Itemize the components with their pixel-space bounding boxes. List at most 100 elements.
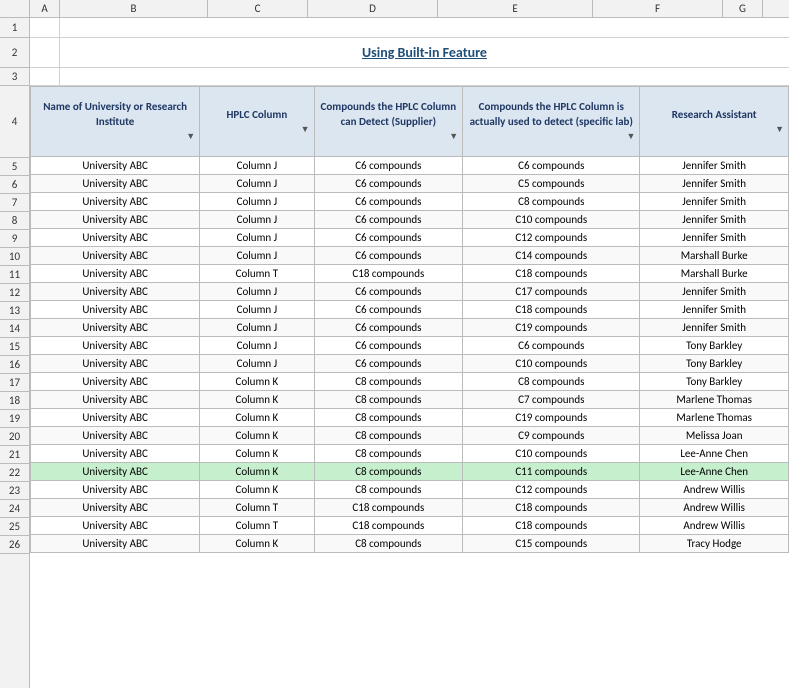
cell-25-E: C18 compounds — [463, 517, 640, 535]
cell-17-D: C8 compounds — [314, 373, 463, 391]
table-body: University ABCColumn JC6 compoundsC6 com… — [31, 157, 789, 553]
cell-15-F: Tony Barkley — [640, 337, 789, 355]
filter-arrow-d[interactable]: ▼ — [319, 131, 459, 143]
cell-14-E: C19 compounds — [463, 319, 640, 337]
cell-16-C: Column J — [200, 355, 314, 373]
cell-21-E: C10 compounds — [463, 445, 640, 463]
cell-26-E: C15 compounds — [463, 535, 640, 553]
cell-12-E: C17 compounds — [463, 283, 640, 301]
header-hplc-column: HPLC Column ▼ — [200, 87, 314, 157]
row-2-title: Using Built-in Feature — [30, 38, 789, 68]
filter-arrow-e[interactable]: ▼ — [467, 131, 635, 143]
row-num-10: 10 — [0, 248, 29, 266]
filter-arrow-f[interactable]: ▼ — [644, 124, 784, 136]
cell-11-F: Marshall Burke — [640, 265, 789, 283]
cell-15-B: University ABC — [31, 337, 200, 355]
row-num-18: 18 — [0, 392, 29, 410]
row-num-14: 14 — [0, 320, 29, 338]
data-table: Name of University or Research Institute… — [30, 86, 789, 553]
cell-26-C: Column K — [200, 535, 314, 553]
row-num-19: 19 — [0, 410, 29, 428]
col-header-a: A — [30, 0, 60, 17]
cell-22-B: University ABC — [31, 463, 200, 481]
cell-13-D: C6 compounds — [314, 301, 463, 319]
cell-21-B: University ABC — [31, 445, 200, 463]
cell-9-C: Column J — [200, 229, 314, 247]
header-research-assistant: Research Assistant ▼ — [640, 87, 789, 157]
cell-7-D: C6 compounds — [314, 193, 463, 211]
cell-6-E: C5 compounds — [463, 175, 640, 193]
row-num-6: 6 — [0, 176, 29, 194]
cell-17-C: Column K — [200, 373, 314, 391]
cell-9-E: C12 compounds — [463, 229, 640, 247]
filter-arrow-b[interactable]: ▼ — [35, 131, 195, 143]
cell-7-E: C8 compounds — [463, 193, 640, 211]
cell-5-E: C6 compounds — [463, 157, 640, 175]
cell-16-B: University ABC — [31, 355, 200, 373]
cell-11-D: C18 compounds — [314, 265, 463, 283]
col-header-e: E — [438, 0, 593, 17]
row-num-1: 1 — [0, 18, 29, 38]
cell-10-C: Column J — [200, 247, 314, 265]
cell-8-E: C10 compounds — [463, 211, 640, 229]
cell-5-D: C6 compounds — [314, 157, 463, 175]
table-row: University ABCColumn KC8 compoundsC8 com… — [31, 373, 789, 391]
cell-23-B: University ABC — [31, 481, 200, 499]
table-row: University ABCColumn TC18 compoundsC18 c… — [31, 499, 789, 517]
cell-25-C: Column T — [200, 517, 314, 535]
row-1 — [30, 18, 789, 38]
cell-21-C: Column K — [200, 445, 314, 463]
cell-14-F: Jennifer Smith — [640, 319, 789, 337]
row-num-13: 13 — [0, 302, 29, 320]
table-row: University ABCColumn KC8 compoundsC12 co… — [31, 481, 789, 499]
cell-20-D: C8 compounds — [314, 427, 463, 445]
cell-26-F: Tracy Hodge — [640, 535, 789, 553]
row-num-23: 23 — [0, 482, 29, 500]
cell-14-C: Column J — [200, 319, 314, 337]
col-header-f: F — [593, 0, 723, 17]
table-row: University ABCColumn JC6 compoundsC19 co… — [31, 319, 789, 337]
filter-arrow-c[interactable]: ▼ — [204, 124, 309, 136]
data-table-wrapper: Name of University or Research Institute… — [30, 86, 789, 688]
table-row: University ABCColumn JC6 compoundsC14 co… — [31, 247, 789, 265]
cell-19-B: University ABC — [31, 409, 200, 427]
cell-24-F: Andrew Willis — [640, 499, 789, 517]
cell-18-B: University ABC — [31, 391, 200, 409]
cell-24-E: C18 compounds — [463, 499, 640, 517]
cell-19-E: C19 compounds — [463, 409, 640, 427]
row-num-15: 15 — [0, 338, 29, 356]
cell-13-E: C18 compounds — [463, 301, 640, 319]
table-row: University ABCColumn TC18 compoundsC18 c… — [31, 517, 789, 535]
header-compounds-supplier: Compounds the HPLC Column can Detect (Su… — [314, 87, 463, 157]
cell-6-D: C6 compounds — [314, 175, 463, 193]
table-row: University ABCColumn KC8 compoundsC7 com… — [31, 391, 789, 409]
spreadsheet: A B C D E F G 1 2 3 4 5 6 7 8 9 10 11 12… — [0, 0, 789, 688]
table-row: University ABCColumn JC6 compoundsC6 com… — [31, 337, 789, 355]
row-num-17: 17 — [0, 374, 29, 392]
cell-7-C: Column J — [200, 193, 314, 211]
header-row: Name of University or Research Institute… — [31, 87, 789, 157]
table-row: University ABCColumn KC8 compoundsC15 co… — [31, 535, 789, 553]
cell-18-E: C7 compounds — [463, 391, 640, 409]
cell-10-E: C14 compounds — [463, 247, 640, 265]
table-row: University ABCColumn TC18 compoundsC18 c… — [31, 265, 789, 283]
cell-5-C: Column J — [200, 157, 314, 175]
cell-6-C: Column J — [200, 175, 314, 193]
header-university: Name of University or Research Institute… — [31, 87, 200, 157]
cell-10-F: Marshall Burke — [640, 247, 789, 265]
cell-6-B: University ABC — [31, 175, 200, 193]
row-3 — [30, 68, 789, 86]
cell-19-C: Column K — [200, 409, 314, 427]
cell-7-F: Jennifer Smith — [640, 193, 789, 211]
cell-23-D: C8 compounds — [314, 481, 463, 499]
cell-21-F: Lee-Anne Chen — [640, 445, 789, 463]
cell-18-C: Column K — [200, 391, 314, 409]
row-num-11: 11 — [0, 266, 29, 284]
table-row: University ABCColumn JC6 compoundsC10 co… — [31, 355, 789, 373]
cell-17-B: University ABC — [31, 373, 200, 391]
row-num-21: 21 — [0, 446, 29, 464]
cell-22-F: Lee-Anne Chen — [640, 463, 789, 481]
cell-11-E: C18 compounds — [463, 265, 640, 283]
cell-26-B: University ABC — [31, 535, 200, 553]
cell-6-F: Jennifer Smith — [640, 175, 789, 193]
